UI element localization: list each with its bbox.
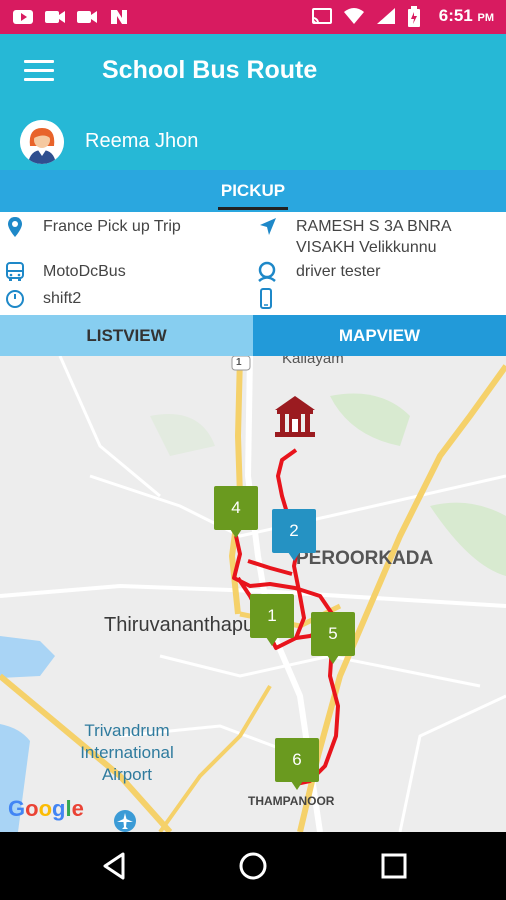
location-pin-icon [6, 216, 36, 238]
signal-icon [375, 6, 397, 26]
youtube-icon [12, 7, 34, 27]
view-switcher: LISTVIEW MAPVIEW [0, 315, 506, 356]
stop-marker-2[interactable]: 2 [272, 509, 316, 561]
shift-name: shift2 [43, 290, 82, 307]
shift-info: shift2 [4, 288, 81, 310]
stop-marker-5[interactable]: 5 [311, 612, 355, 664]
map-label-airport: Trivandrum International Airport [80, 721, 174, 784]
phone-icon[interactable] [258, 288, 288, 310]
n-app-icon [108, 7, 130, 27]
clock: 6:51 PM [438, 6, 494, 25]
tab-pickup[interactable]: PICKUP [0, 181, 506, 201]
trip-info-panel: France Pick up Trip RAMESH S 3A BNRA VIS… [0, 212, 506, 314]
clock-icon [4, 288, 34, 310]
trip-info: France Pick up Trip [6, 216, 181, 238]
map-label-kallayam: Kallayam [282, 356, 344, 367]
stop-marker-4[interactable]: 4 [214, 486, 258, 538]
battery-icon [407, 6, 429, 27]
bus-info: MotoDcBus [4, 261, 126, 283]
school-icon[interactable] [272, 394, 318, 440]
stop-marker-6[interactable]: 6 [275, 738, 319, 790]
map-label-thampanoor: THAMPANOOR [248, 794, 335, 808]
wifi-icon [343, 6, 365, 26]
video-camera-icon [44, 7, 66, 27]
tab-mapview[interactable]: MAPVIEW [253, 315, 506, 356]
trip-name: France Pick up Trip [43, 218, 181, 235]
cast-icon [311, 6, 333, 26]
recent-apps-icon[interactable] [378, 850, 410, 882]
airport-icon [114, 810, 136, 832]
avatar[interactable] [20, 120, 64, 164]
stop-marker-1[interactable]: 1 [250, 594, 294, 646]
back-icon[interactable] [99, 850, 131, 882]
menu-icon[interactable] [24, 60, 54, 84]
phone-info [258, 288, 288, 310]
address-text: RAMESH S 3A BNRA VISAKH Velikkunnu [296, 216, 452, 258]
driver-name: driver tester [296, 263, 381, 280]
google-logo: Google [8, 796, 84, 821]
video-camera-icon [76, 7, 98, 27]
driver-info: driver tester [256, 261, 380, 283]
address-line-1: RAMESH S 3A BNRA [296, 218, 452, 235]
page-title: School Bus Route [102, 56, 318, 84]
route-map[interactable]: Kallayam 1 PEROORKADA Thiruvananthapuram… [0, 356, 506, 832]
user-name: Reema Jhon [85, 130, 199, 152]
tab-listview[interactable]: LISTVIEW [0, 315, 253, 356]
driver-icon [256, 261, 286, 283]
app-bar: School Bus Route Reema Jhon PICKUP [0, 34, 506, 212]
map-label-peroorkada: PEROORKADA [296, 548, 434, 569]
system-nav-bar [0, 832, 506, 900]
bus-icon [4, 261, 34, 283]
tab-indicator [218, 207, 288, 210]
navigation-arrow-icon [258, 216, 288, 238]
bus-name: MotoDcBus [43, 263, 126, 280]
address-line-2: VISAKH Velikkunnu [296, 239, 437, 256]
status-bar: 6:51 PM [0, 0, 506, 34]
home-icon[interactable] [237, 850, 269, 882]
address-info: RAMESH S 3A BNRA VISAKH Velikkunnu [258, 216, 452, 258]
road-number-label: 1 [236, 357, 242, 368]
